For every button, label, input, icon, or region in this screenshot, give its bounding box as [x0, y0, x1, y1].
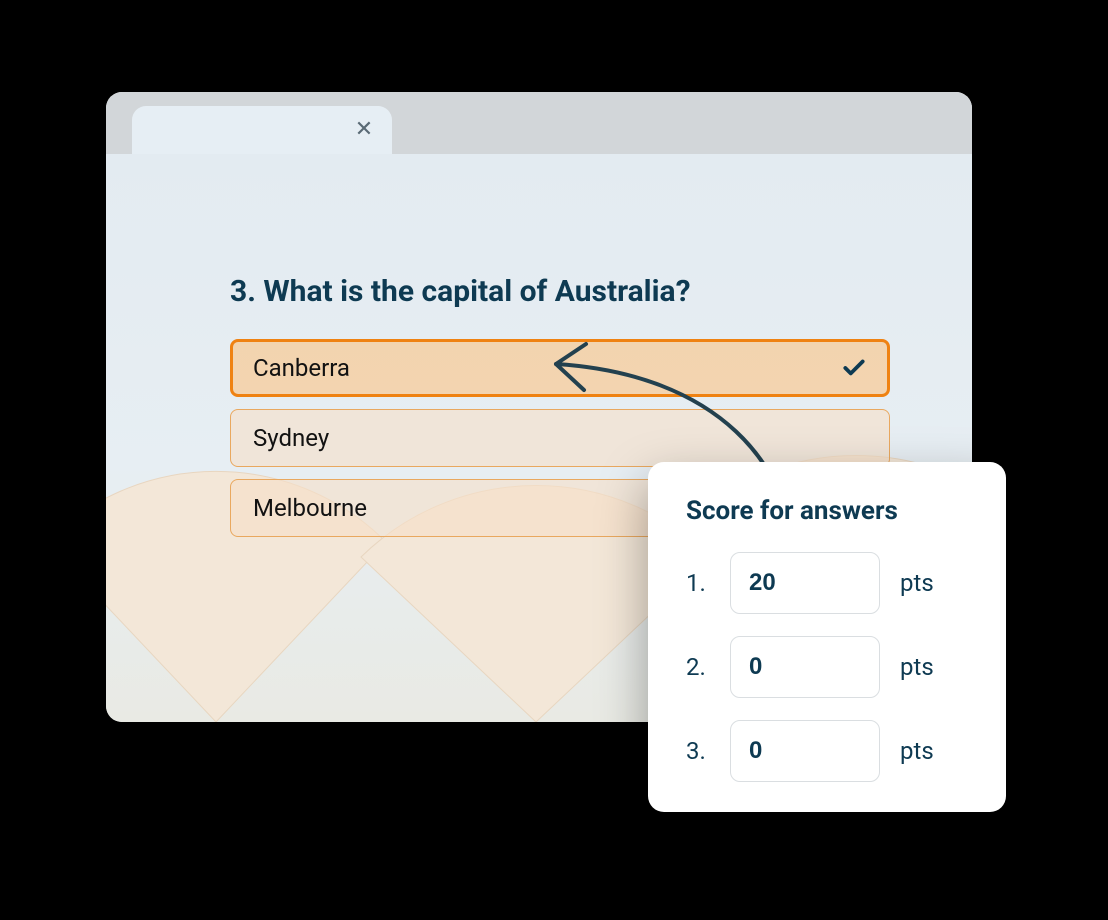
score-unit: pts — [900, 569, 934, 597]
score-card: Score for answers 1. pts 2. pts 3. pts — [648, 462, 1006, 812]
answer-option-1[interactable]: Canberra — [230, 339, 890, 397]
browser-tab[interactable]: ✕ — [132, 106, 392, 154]
score-row-2: 2. pts — [686, 636, 968, 698]
answer-label: Sydney — [253, 424, 329, 452]
score-index: 3. — [686, 737, 710, 765]
checkmark-icon — [841, 355, 867, 381]
score-input-1[interactable] — [730, 552, 880, 614]
tab-bar: ✕ — [106, 92, 972, 154]
score-unit: pts — [900, 737, 934, 765]
score-row-1: 1. pts — [686, 552, 968, 614]
score-input-3[interactable] — [730, 720, 880, 782]
question-text: What is the capital of Australia? — [263, 274, 690, 309]
score-index: 2. — [686, 653, 710, 681]
answer-option-2[interactable]: Sydney — [230, 409, 890, 467]
score-input-2[interactable] — [730, 636, 880, 698]
score-title: Score for answers — [686, 496, 968, 526]
answer-label: Canberra — [253, 354, 350, 382]
score-row-3: 3. pts — [686, 720, 968, 782]
question-title: 3. What is the capital of Australia? — [230, 274, 890, 309]
answer-label: Melbourne — [253, 494, 367, 522]
score-index: 1. — [686, 569, 710, 597]
question-number: 3. — [230, 274, 256, 309]
score-unit: pts — [900, 653, 934, 681]
close-icon[interactable]: ✕ — [354, 120, 374, 140]
